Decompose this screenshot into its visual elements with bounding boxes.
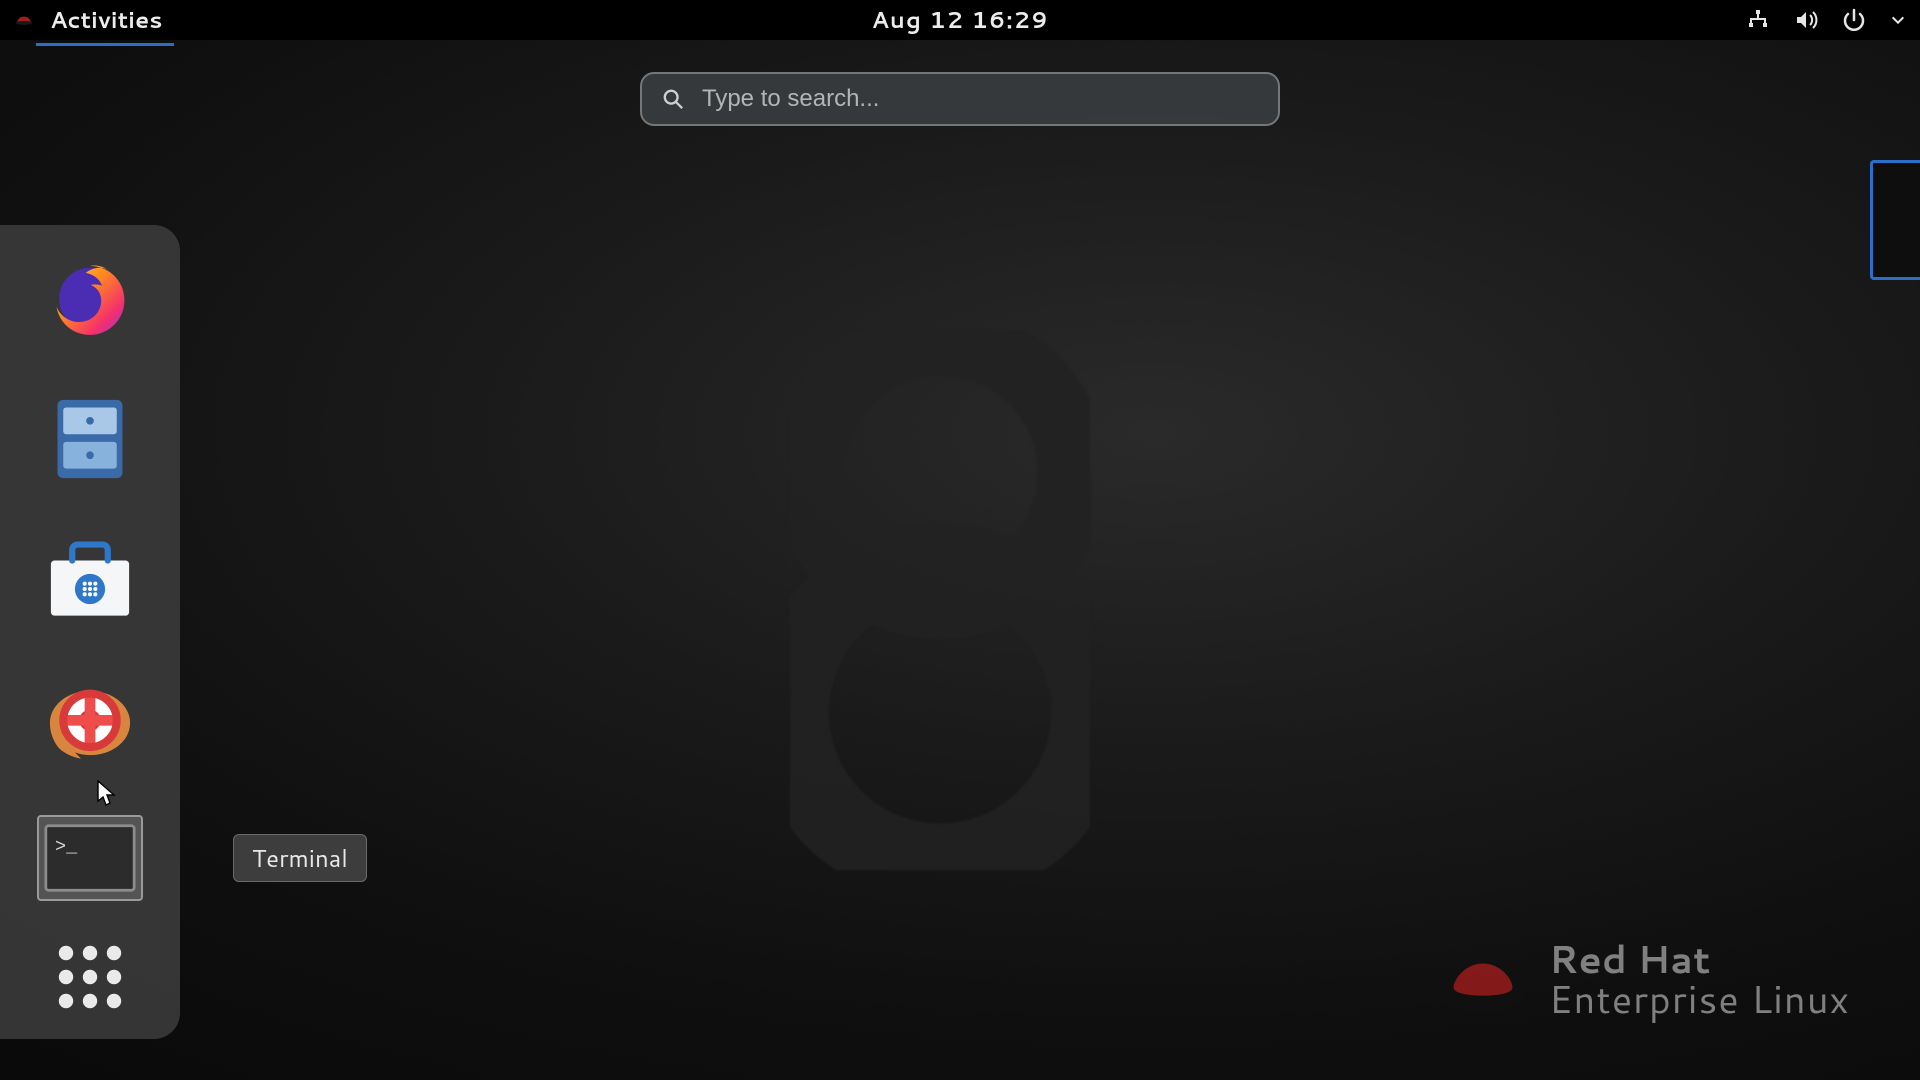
overview-search[interactable] — [640, 72, 1280, 126]
dash-tooltip-label: Terminal — [252, 841, 348, 875]
software-icon — [45, 541, 135, 621]
volume-icon[interactable] — [1794, 8, 1818, 32]
dash: >_ Terminal — [0, 225, 180, 1039]
network-icon[interactable] — [1746, 8, 1770, 32]
dash-tooltip: Terminal — [233, 834, 367, 882]
branding-text: Red Hat Enterprise Linux — [1549, 940, 1850, 1020]
search-icon — [662, 88, 684, 110]
activities-label: Activities — [50, 4, 162, 36]
wallpaper-eight-icon — [790, 330, 1090, 870]
firefox-icon — [47, 254, 133, 340]
top-bar-left: Activities — [14, 1, 168, 39]
dash-item-software[interactable] — [40, 531, 140, 631]
dash-item-help[interactable] — [40, 673, 140, 773]
distro-hat-icon — [14, 10, 34, 30]
dash-item-firefox[interactable] — [40, 247, 140, 347]
workspace-thumbnail[interactable] — [1870, 160, 1920, 280]
power-icon[interactable] — [1842, 8, 1866, 32]
dash-item-terminal[interactable]: >_ Terminal — [37, 815, 143, 901]
terminal-icon: >_ — [44, 823, 136, 893]
activities-button[interactable]: Activities — [44, 1, 168, 39]
clock[interactable]: Aug 12 16:29 — [871, 4, 1048, 36]
clock-label: Aug 12 16:29 — [871, 4, 1048, 36]
svg-text:>_: >_ — [55, 837, 78, 858]
help-icon — [41, 680, 139, 766]
chevron-down-icon[interactable] — [1890, 12, 1906, 28]
branding-line2: Enterprise Linux — [1549, 980, 1850, 1020]
search-input[interactable] — [702, 85, 1258, 113]
system-status-area[interactable] — [1746, 8, 1906, 32]
apps-grid-icon — [54, 941, 126, 1013]
branding-block: Red Hat Enterprise Linux — [1437, 940, 1850, 1020]
dash-item-files[interactable] — [40, 389, 140, 489]
dash-item-show-apps[interactable] — [40, 937, 140, 1017]
redhat-icon — [1437, 945, 1529, 1015]
files-icon — [51, 396, 129, 482]
top-bar: Activities Aug 12 16:29 — [0, 0, 1920, 40]
